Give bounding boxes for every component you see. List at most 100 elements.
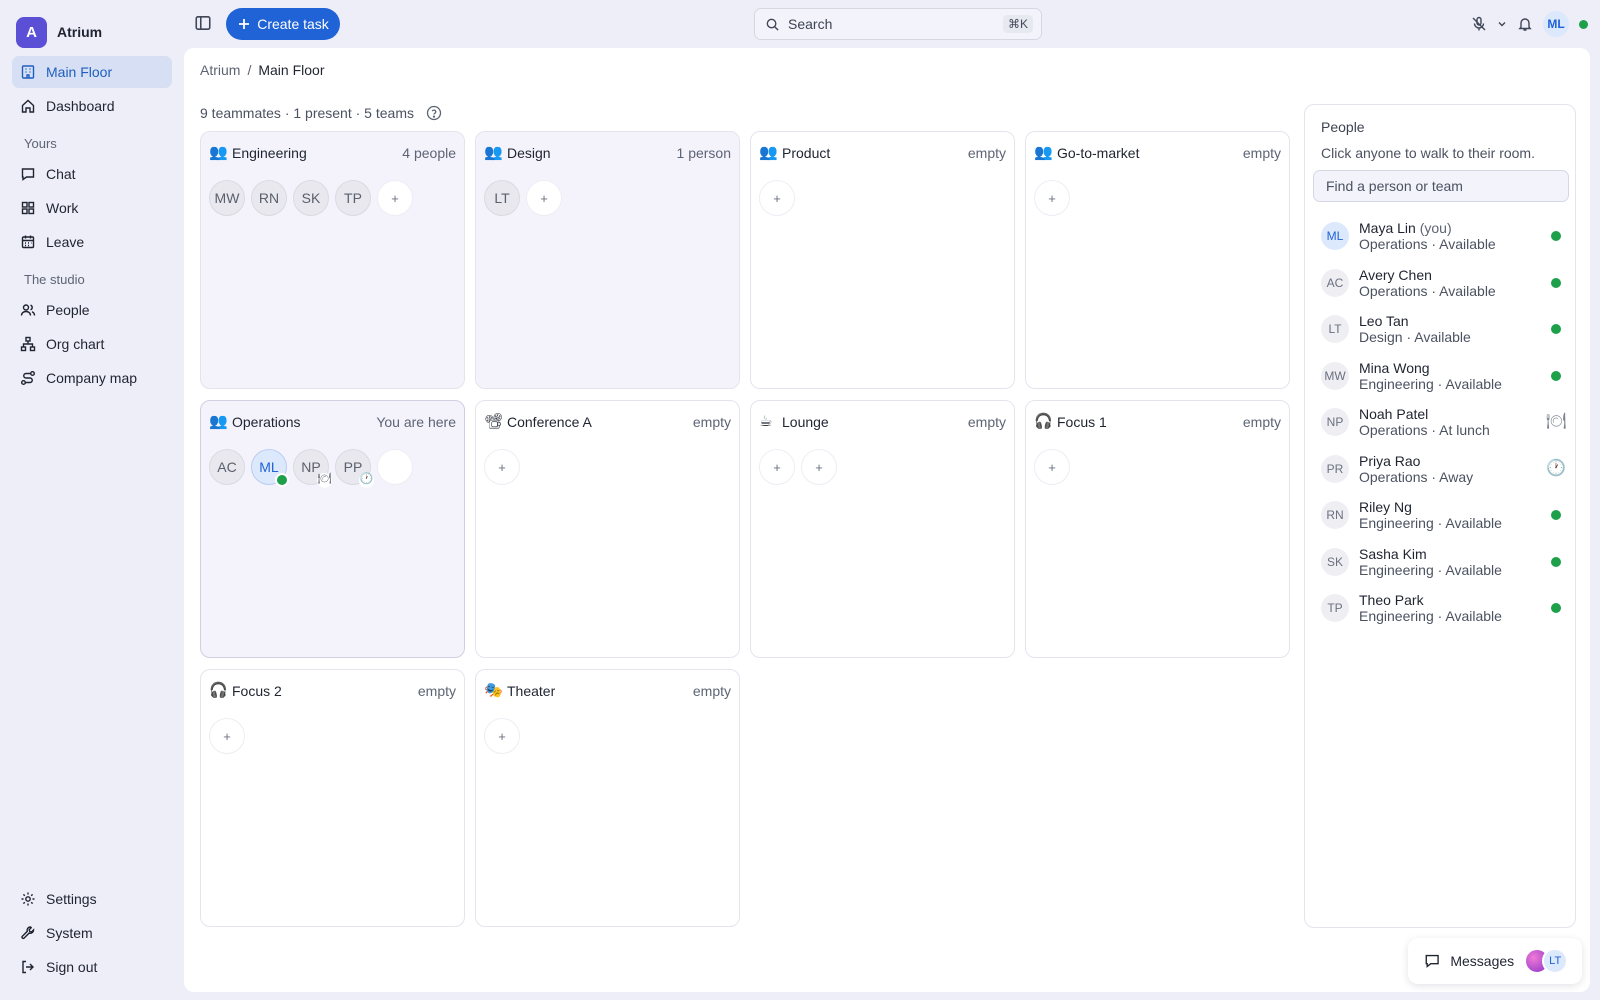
avatar[interactable]: TP (335, 180, 371, 216)
room-card[interactable]: 👥 Product empty + (750, 131, 1015, 389)
person-row[interactable]: SK Sasha Kim Engineering · Available (1321, 539, 1565, 586)
message-avatars: LT (1524, 948, 1569, 974)
add-seat-button[interactable]: + (759, 449, 795, 485)
avatar[interactable]: AC (209, 449, 245, 485)
person-row[interactable]: RN Riley Ng Engineering · Available (1321, 492, 1565, 539)
room-name: Go-to-market (1057, 145, 1140, 161)
sidebar-item-work[interactable]: Work (12, 192, 172, 224)
person-name: Riley Ng (1359, 499, 1537, 515)
person-row[interactable]: MW Mina Wong Engineering · Available (1321, 353, 1565, 400)
person-text: Mina Wong Engineering · Available (1359, 360, 1537, 392)
add-seat-button[interactable]: + (377, 180, 413, 216)
messages-button[interactable]: Messages LT (1408, 938, 1582, 984)
room-card[interactable]: 🎧 Focus 1 empty + (1025, 400, 1290, 658)
sidebar-item-dashboard[interactable]: Dashboard (12, 90, 172, 122)
avatar[interactable]: NP 🍽 (293, 449, 332, 488)
sidebar-item-main-floor[interactable]: Main Floor (12, 56, 172, 88)
room-header: 👥 Engineering 4 people (209, 144, 456, 162)
available-dot (1551, 231, 1561, 242)
room-card[interactable]: 👥 Engineering 4 people MW RN SK TP + (200, 131, 465, 389)
add-seat-button[interactable]: + (1034, 180, 1070, 216)
brand-logo: A (16, 16, 47, 48)
add-seat-button[interactable]: + (526, 180, 562, 216)
person-name: Priya Rao (1359, 453, 1537, 469)
empty-seat[interactable] (377, 449, 413, 485)
nav-section-studio: The studio (24, 272, 85, 287)
chevron-down-icon[interactable] (1497, 19, 1507, 29)
person-text: Riley Ng Engineering · Available (1359, 499, 1537, 531)
topbar-actions: ML (1471, 10, 1588, 38)
user-avatar[interactable]: ML (1543, 11, 1569, 37)
avatar: LT (1542, 948, 1569, 974)
room-card[interactable]: 👥 Design 1 person LT + (475, 131, 740, 389)
person-row[interactable]: TP Theo Park Engineering · Available (1321, 585, 1565, 632)
room-card[interactable]: 📽 Conference A empty + (475, 400, 740, 658)
sidebar-item-label: Sign out (46, 959, 98, 975)
person-row[interactable]: AC Avery Chen Operations · Available (1321, 260, 1565, 307)
sidebar-toggle-icon[interactable] (194, 14, 212, 32)
room-card[interactable]: 👥 Go-to-market empty + (1025, 131, 1290, 389)
sidebar-item-sign-out[interactable]: Sign out (12, 951, 172, 983)
breadcrumb-root[interactable]: Atrium (200, 62, 240, 78)
mic-muted-icon[interactable] (1471, 16, 1487, 32)
avatar[interactable]: RN (251, 180, 287, 216)
presence-dot (275, 473, 289, 487)
person-name: Mina Wong (1359, 360, 1537, 376)
room-card[interactable]: 🎭 Theater empty + (475, 669, 740, 927)
person-status (1547, 277, 1565, 288)
person-row[interactable]: ML Maya Lin (you) Operations · Available (1321, 213, 1565, 260)
lunch-icon: 🍽 (317, 473, 332, 488)
sidebar-item-company-map[interactable]: Company map (12, 362, 172, 394)
create-task-button[interactable]: Create task (226, 8, 340, 40)
room-card[interactable]: 👥 Operations You are here AC ML NP 🍽 PP 🕐 (200, 400, 465, 658)
room-seats: + (209, 718, 245, 754)
people-search-input[interactable] (1313, 170, 1569, 202)
brand[interactable]: A Atrium (12, 16, 172, 48)
room-card[interactable]: ☕ Lounge empty + + (750, 400, 1015, 658)
person-row[interactable]: LT Leo Tan Design · Available (1321, 306, 1565, 353)
person-status (1547, 370, 1565, 381)
room-icon: 🎧 (1034, 413, 1053, 430)
add-seat-button[interactable]: + (209, 718, 245, 754)
avatar: PR (1321, 454, 1349, 483)
avatar: LT (1321, 315, 1349, 344)
person-row[interactable]: PR Priya Rao Operations · Away 🕐 (1321, 446, 1566, 493)
lunch-icon: 🍽 (1545, 413, 1567, 431)
room-status: You are here (376, 414, 456, 430)
add-seat-button[interactable]: + (484, 449, 520, 485)
help-icon[interactable] (426, 105, 442, 121)
room-seats: MW RN SK TP + (209, 180, 413, 216)
sidebar-item-label: Dashboard (46, 98, 115, 114)
person-detail: Operations · Away (1359, 468, 1474, 485)
person-text: Avery Chen Operations · Available (1359, 267, 1537, 299)
avatar[interactable]: MW (209, 180, 245, 216)
add-seat-button[interactable]: + (801, 449, 837, 485)
avatar[interactable]: LT (484, 180, 520, 216)
create-task-label: Create task (257, 16, 329, 32)
add-seat-button[interactable]: + (759, 180, 795, 216)
global-search[interactable]: Search ⌘K (754, 8, 1042, 40)
person-row[interactable]: NP Noah Patel Operations · At lunch 🍽 (1321, 399, 1567, 446)
person-name-text: Avery Chen (1359, 266, 1432, 283)
avatar[interactable]: ML (251, 449, 289, 487)
person-name-text: Noah Patel (1359, 406, 1429, 423)
room-icon: 👥 (209, 144, 228, 161)
sidebar-item-settings[interactable]: Settings (12, 883, 172, 915)
room-name: Lounge (782, 414, 829, 430)
sidebar-item-leave[interactable]: Leave (12, 226, 172, 258)
avatar[interactable]: PP 🕐 (335, 449, 374, 488)
bell-icon[interactable] (1517, 16, 1533, 32)
room-seats: + (484, 449, 520, 485)
floor-summary: 9 teammates · 1 present · 5 teams (200, 105, 442, 121)
room-card[interactable]: 🎧 Focus 2 empty + (200, 669, 465, 927)
sidebar-item-system[interactable]: System (12, 917, 172, 949)
breadcrumb: Atrium / Main Floor (200, 62, 324, 78)
sidebar-item-chat[interactable]: Chat (12, 158, 172, 190)
sidebar-item-org-chart[interactable]: Org chart (12, 328, 172, 360)
avatar[interactable]: SK (293, 180, 329, 216)
person-status (1547, 556, 1565, 567)
add-seat-button[interactable]: + (484, 718, 520, 754)
add-seat-button[interactable]: + (1034, 449, 1070, 485)
person-detail: Engineering · Available (1359, 375, 1502, 392)
sidebar-item-people[interactable]: People (12, 294, 172, 326)
